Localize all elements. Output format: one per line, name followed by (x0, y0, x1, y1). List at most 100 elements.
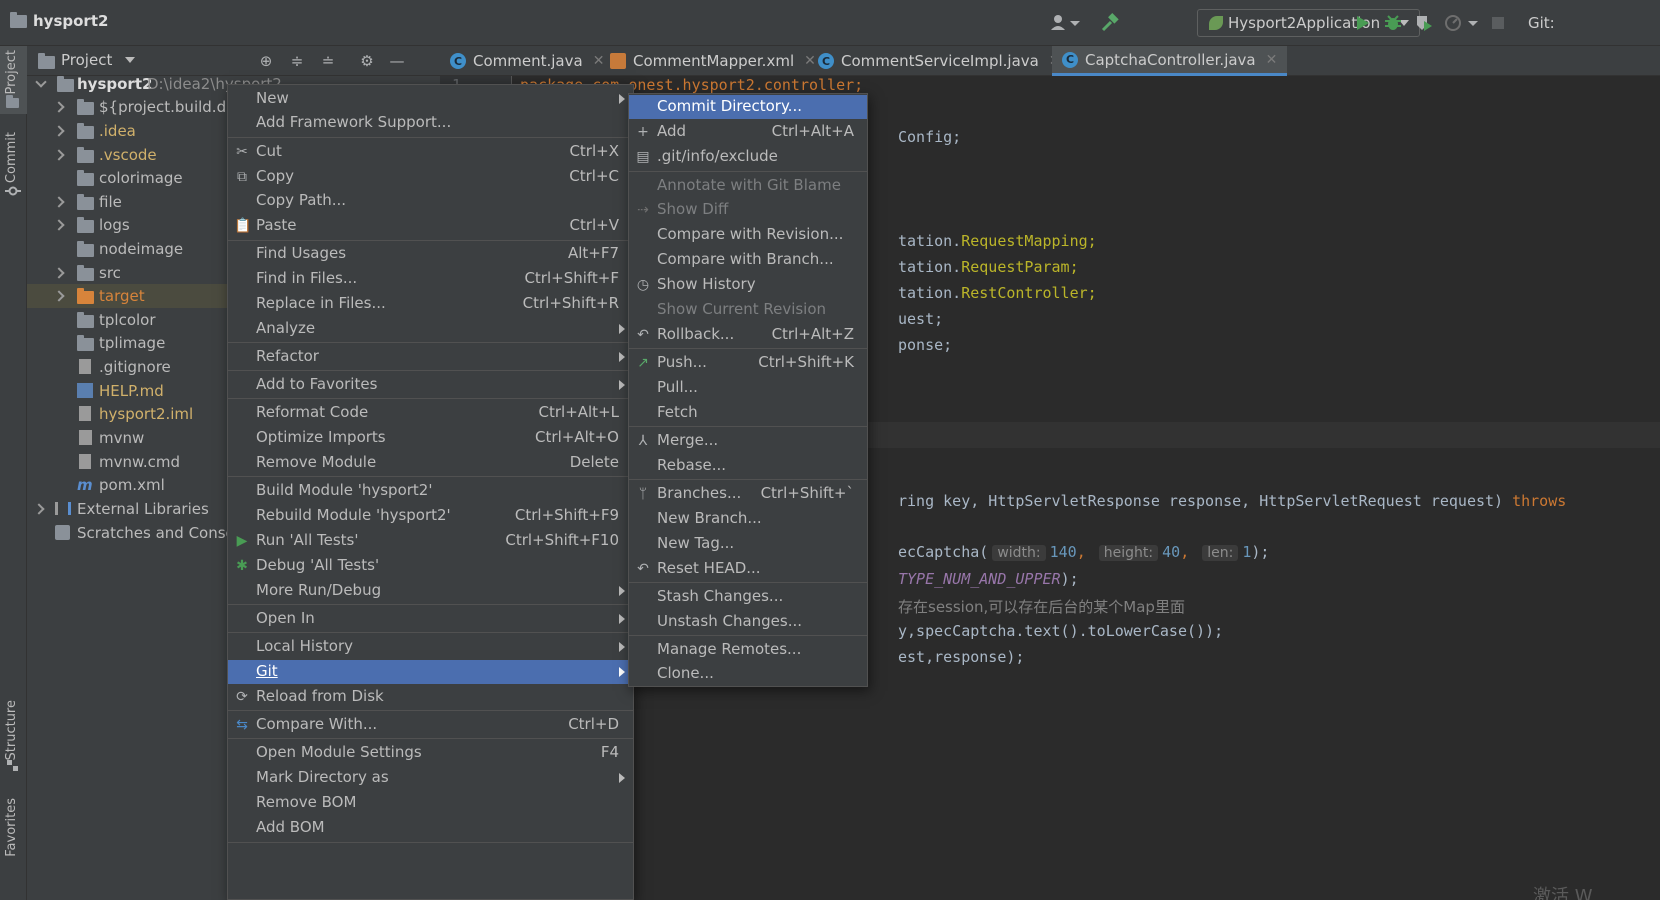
run-icon[interactable] (1353, 9, 1371, 37)
menu-item-local-history[interactable]: Local History (228, 635, 633, 659)
menu-item-optimize-imports[interactable]: Optimize Imports Ctrl+Alt+O (228, 426, 633, 450)
maven-file-icon: m (77, 476, 93, 494)
build-hammer-icon[interactable] (1100, 9, 1120, 37)
user-icon[interactable] (1050, 9, 1080, 37)
tree-label: HELP.md (99, 382, 164, 400)
menu-item-merge[interactable]: ⅄ Merge... (629, 429, 867, 453)
folder-icon (77, 312, 94, 328)
breadcrumb[interactable]: hysport2 (10, 11, 108, 30)
gear-icon[interactable]: ⚙ (359, 53, 375, 69)
tab-comment-mapper-xml[interactable]: CommentMapper.xml ✕ (610, 46, 816, 76)
tree-label: Scratches and Console (77, 524, 249, 542)
menu-item-annotate-git-blame[interactable]: Annotate with Git Blame (629, 174, 867, 198)
script-file-icon (79, 454, 91, 469)
hide-icon[interactable]: — (389, 53, 405, 69)
menu-item-branches[interactable]: ᛘ Branches... Ctrl+Shift+` (629, 482, 867, 506)
commit-tool-button[interactable]: Commit (0, 128, 27, 198)
menu-item-add-bom[interactable]: Add BOM (228, 816, 633, 840)
menu-item-git-exclude[interactable]: ▤ .git/info/exclude (629, 145, 867, 169)
project-view-selector[interactable]: Project (61, 51, 112, 69)
activation-watermark: 激活 W (1533, 886, 1593, 900)
menu-item-compare-with[interactable]: ⇆ Compare With... Ctrl+D (228, 713, 633, 737)
menu-item-remove-bom[interactable]: Remove BOM (228, 791, 633, 815)
tree-label: mvnw (99, 429, 145, 447)
menu-item-open-in[interactable]: Open In (228, 607, 633, 631)
menu-item-paste[interactable]: 📋 Paste Ctrl+V (228, 214, 633, 238)
menu-item-more-run-debug[interactable]: More Run/Debug (228, 579, 633, 603)
menu-item-rollback[interactable]: ↶ Rollback... Ctrl+Alt+Z (629, 323, 867, 347)
chevron-right-icon (53, 219, 65, 231)
menu-item-reformat-code[interactable]: Reformat Code Ctrl+Alt+L (228, 401, 633, 425)
menu-item-git[interactable]: Git (228, 660, 633, 684)
coverage-icon[interactable] (1414, 9, 1434, 37)
menu-item-commit-directory[interactable]: Commit Directory... (629, 95, 867, 119)
structure-tool-button[interactable]: Structure (0, 696, 27, 776)
chevron-right-icon (53, 290, 65, 302)
menu-item-push[interactable]: ↗ Push... Ctrl+Shift+K (629, 351, 867, 375)
git-label[interactable]: Git: (1528, 9, 1555, 37)
favorites-tool-button[interactable]: Favorites (0, 798, 27, 900)
menu-separator (629, 348, 867, 349)
close-icon[interactable]: ✕ (804, 53, 816, 69)
menu-item-remove-module[interactable]: Remove Module Delete (228, 451, 633, 475)
menu-item-pull[interactable]: Pull... (629, 376, 867, 400)
menu-item-show-history[interactable]: ◷ Show History (629, 273, 867, 297)
commit-icon (5, 186, 21, 196)
menu-item-cut[interactable]: ✂ Cut Ctrl+X (228, 140, 633, 164)
menu-item-new-tag[interactable]: New Tag... (629, 532, 867, 556)
menu-item-add-to-favorites[interactable]: Add to Favorites (228, 373, 633, 397)
tab-comment-service-impl[interactable]: C CommentServiceImpl.java ✕ (818, 46, 1061, 76)
expand-all-icon[interactable]: ≑ (289, 53, 305, 69)
menu-item-build-module[interactable]: Build Module 'hysport2' (228, 479, 633, 503)
submenu-arrow-icon (619, 586, 625, 596)
menu-item-replace-in-files[interactable]: Replace in Files... Ctrl+Shift+R (228, 292, 633, 316)
close-icon[interactable]: ✕ (593, 53, 605, 69)
tab-comment-java[interactable]: C Comment.java ✕ (450, 46, 604, 76)
menu-item-reload-from-disk[interactable]: ⟳ Reload from Disk (228, 685, 633, 709)
menu-item-debug-all-tests[interactable]: ✱ Debug 'All Tests' (228, 554, 633, 578)
menu-item-compare-with-revision[interactable]: Compare with Revision... (629, 223, 867, 247)
menu-item-refactor[interactable]: Refactor (228, 345, 633, 369)
menu-item-run-all-tests[interactable]: ▶ Run 'All Tests' Ctrl+Shift+F10 (228, 529, 633, 553)
menu-item-mark-directory-as[interactable]: Mark Directory as (228, 766, 633, 790)
profiler-icon[interactable] (1444, 9, 1478, 37)
module-folder-icon (57, 76, 74, 92)
locate-icon[interactable]: ⊕ (258, 53, 274, 69)
tree-label: nodeimage (99, 240, 184, 258)
menu-item-add-framework-support[interactable]: Add Framework Support... (228, 111, 633, 135)
menu-item-new-branch[interactable]: New Branch... (629, 507, 867, 531)
project-tool-label: Project (4, 50, 19, 95)
left-tool-strip: Project Commit Structure Favorites (0, 46, 27, 900)
menu-item-fetch[interactable]: Fetch (629, 401, 867, 425)
menu-item-show-current-revision[interactable]: Show Current Revision (629, 298, 867, 322)
menu-item-git-add[interactable]: + Add Ctrl+Alt+A (629, 120, 867, 144)
copy-icon: ⧉ (237, 169, 247, 185)
project-tool-button[interactable]: Project (0, 46, 27, 114)
menu-item-copy[interactable]: ⧉ Copy Ctrl+C (228, 165, 633, 189)
menu-item-copy-path[interactable]: Copy Path... (228, 189, 633, 213)
tree-label: hysport2 (77, 76, 153, 93)
menu-item-rebase[interactable]: Rebase... (629, 454, 867, 478)
project-panel-header: Project ⊕ ≑ ≐ ⚙ — (27, 46, 440, 76)
menu-item-new[interactable]: New (228, 87, 633, 111)
tab-label: CommentMapper.xml (633, 52, 795, 70)
menu-item-stash-changes[interactable]: Stash Changes... (629, 585, 867, 609)
menu-item-find-in-files[interactable]: Find in Files... Ctrl+Shift+F (228, 267, 633, 291)
menu-item-reset-head[interactable]: ↶ Reset HEAD... (629, 557, 867, 581)
tab-captcha-controller[interactable]: C CaptchaController.java ✕ (1052, 46, 1288, 76)
menu-item-rebuild-module[interactable]: Rebuild Module 'hysport2' Ctrl+Shift+F9 (228, 504, 633, 528)
stop-icon[interactable] (1490, 9, 1506, 37)
close-icon[interactable]: ✕ (1266, 52, 1278, 68)
menu-item-open-module-settings[interactable]: Open Module Settings F4 (228, 741, 633, 765)
menu-item-analyze[interactable]: Analyze (228, 317, 633, 341)
chevron-right-icon (53, 149, 65, 161)
menu-item-clone[interactable]: Clone... (629, 662, 867, 686)
debug-icon[interactable] (1383, 9, 1403, 37)
menu-item-show-diff[interactable]: ⇢ Show Diff (629, 198, 867, 222)
menu-item-manage-remotes[interactable]: Manage Remotes... (629, 638, 867, 662)
collapse-all-icon[interactable]: ≐ (320, 53, 336, 69)
menu-separator (228, 842, 633, 843)
menu-item-unstash-changes[interactable]: Unstash Changes... (629, 610, 867, 634)
menu-item-find-usages[interactable]: Find Usages Alt+F7 (228, 242, 633, 266)
menu-item-compare-with-branch[interactable]: Compare with Branch... (629, 248, 867, 272)
